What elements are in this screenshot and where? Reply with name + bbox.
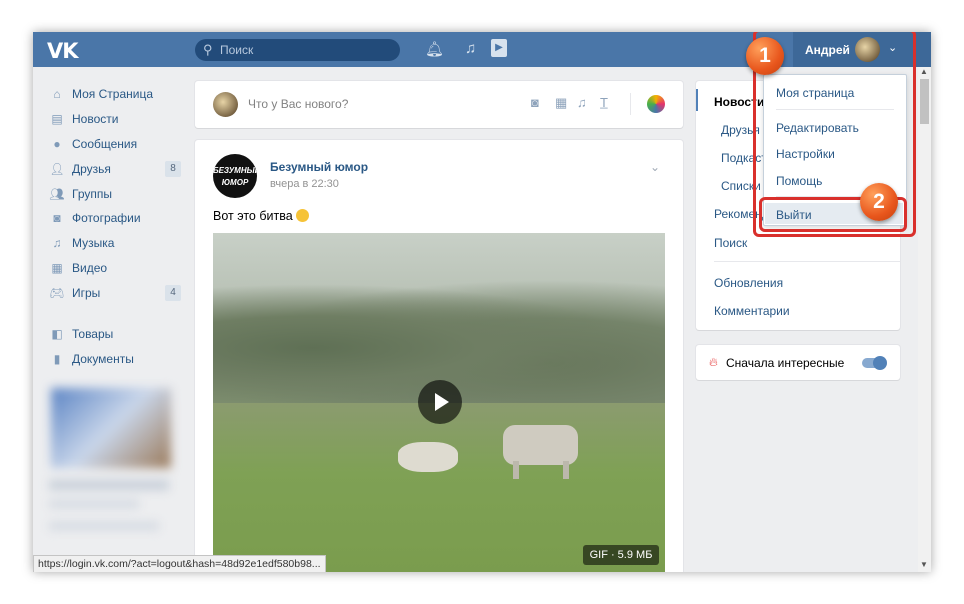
post-text-content: Вот это битва [213, 209, 293, 223]
video-frame-sheep [398, 442, 458, 472]
post-text: Вот это битва [213, 209, 309, 223]
sidebar-item-photos[interactable]: ◙ Фотографии [47, 208, 183, 228]
post-author-link[interactable]: Безумный юмор [270, 160, 368, 174]
play-button[interactable] [418, 380, 462, 424]
active-indicator [696, 89, 698, 111]
divider [714, 261, 900, 262]
friends-count-badge: 8 [165, 161, 181, 177]
sidebar-item-label: Документы [72, 352, 134, 366]
sidebar-item-market[interactable]: ◧ Товары [47, 324, 183, 344]
document-icon: ▮ [53, 352, 61, 366]
sidebar-item-documents[interactable]: ▮ Документы [47, 349, 183, 369]
sidebar-item-video[interactable]: ▦ Видео [47, 258, 183, 278]
interesting-first-toggle-card: 🔥︎ Сначала интересные [696, 345, 900, 380]
music-icon[interactable]: ♫ [577, 95, 587, 110]
post-author-avatar[interactable]: БЕЗУМНЫЙ ЮМОР [213, 154, 257, 198]
scroll-up-icon[interactable]: ▲ [920, 67, 928, 76]
shopping-bag-icon: ◧ [51, 327, 63, 341]
callout-badge-2: 2 [860, 183, 898, 221]
scrollbar[interactable]: ▲ ▼ [918, 67, 931, 572]
sidebar-item-label: Музыка [72, 236, 115, 250]
stories-icon[interactable] [647, 95, 665, 113]
sidebar-item-friends[interactable]: 👤︎ Друзья 8 [47, 159, 183, 179]
laughing-emoji-icon [295, 209, 309, 222]
sidebar-item-label: Моя Страница [72, 87, 154, 101]
games-count-badge: 4 [165, 285, 181, 301]
chat-icon: ● [53, 137, 61, 151]
film-icon[interactable]: ▦ [555, 95, 567, 111]
ad-line [49, 500, 139, 508]
text-format-icon[interactable]: T̲ [600, 95, 608, 110]
bell-icon[interactable]: 🔔︎ [425, 40, 444, 58]
gamepad-icon: 🎮︎ [49, 286, 65, 300]
scrollbar-thumb[interactable] [920, 79, 929, 124]
film-icon: ▦ [51, 261, 63, 275]
news-icon: ▤ [51, 112, 63, 126]
camera-icon: ◙ [53, 211, 61, 225]
ad-line [49, 522, 159, 530]
sidebar-item-label: Товары [72, 327, 114, 341]
search-input[interactable]: ⚲ Поиск [195, 39, 400, 61]
gif-attachment[interactable]: GIF · 5.9 МБ [213, 233, 665, 572]
post-timestamp[interactable]: вчера в 22:30 [270, 178, 339, 190]
nav-item-updates[interactable]: Обновления [714, 276, 783, 290]
scroll-down-icon[interactable]: ▼ [920, 560, 928, 569]
chevron-down-icon[interactable]: ⌄ [650, 160, 660, 174]
home-icon: ⌂ [53, 87, 61, 101]
person-icon: 👤︎ [49, 162, 65, 176]
groups-icon: 👥︎ [49, 187, 65, 201]
nav-item-comments[interactable]: Комментарии [714, 304, 790, 318]
ad-image [51, 388, 171, 468]
divider [630, 93, 631, 115]
toggle-label: Сначала интересные [726, 356, 845, 370]
fire-icon: 🔥︎ [709, 355, 718, 369]
sidebar-item-label: Игры [72, 286, 101, 300]
ad-line [49, 480, 169, 490]
sidebar-item-music[interactable]: ♫ Музыка [47, 233, 183, 253]
sidebar-item-news[interactable]: ▤ Новости [47, 109, 183, 129]
play-icon[interactable]: ▶ [491, 39, 507, 57]
post-card: БЕЗУМНЫЙ ЮМОР Безумный юмор вчера в 22:3… [195, 140, 683, 572]
search-icon: ⚲ [203, 42, 213, 57]
sidebar-item-games[interactable]: 🎮︎ Игры 4 [47, 283, 183, 303]
nav-item-search[interactable]: Поиск [714, 236, 747, 250]
toggle-knob[interactable] [873, 356, 887, 370]
browser-status-url: https://login.vk.com/?act=logout&hash=48… [33, 555, 326, 572]
sidebar-item-label: Видео [72, 261, 108, 275]
vk-logo[interactable]: VK [47, 39, 79, 63]
avatar-text: БЕЗУМНЫЙ ЮМОР [213, 166, 257, 187]
sidebar-item-label: Друзья [72, 162, 111, 176]
camera-icon[interactable]: ◙ [531, 95, 539, 110]
sidebar-item-label: Группы [72, 187, 112, 201]
sidebar-item-groups[interactable]: 👥︎ Группы [47, 184, 183, 204]
music-icon[interactable]: ♫ [465, 40, 476, 57]
sidebar-item-label: Сообщения [72, 137, 138, 151]
avatar [213, 92, 238, 117]
music-note-icon: ♫ [52, 236, 62, 250]
sidebar-item-label: Новости [72, 112, 119, 126]
video-frame-cow [503, 425, 578, 465]
browser-viewport: VK ⚲ Поиск 🔔︎ ♫ ▶ Андрей ⌄ ⌂ Моя Страниц… [33, 32, 931, 572]
blurred-ad-block [45, 382, 181, 572]
video-frame-leg [513, 461, 519, 479]
compose-input[interactable]: Что у Вас нового? [248, 97, 348, 111]
callout-badge-1: 1 [746, 37, 784, 75]
sidebar-item-messages[interactable]: ● Сообщения [47, 134, 183, 154]
sidebar-item-my-page[interactable]: ⌂ Моя Страница [47, 84, 183, 104]
gif-size-label: GIF · 5.9 МБ [583, 545, 659, 565]
video-frame-leg [563, 461, 569, 479]
sidebar-item-label: Фотографии [72, 211, 141, 225]
compose-card: Что у Вас нового? ◙ ▦ ♫ T̲ [195, 81, 683, 128]
search-placeholder: Поиск [220, 43, 254, 57]
